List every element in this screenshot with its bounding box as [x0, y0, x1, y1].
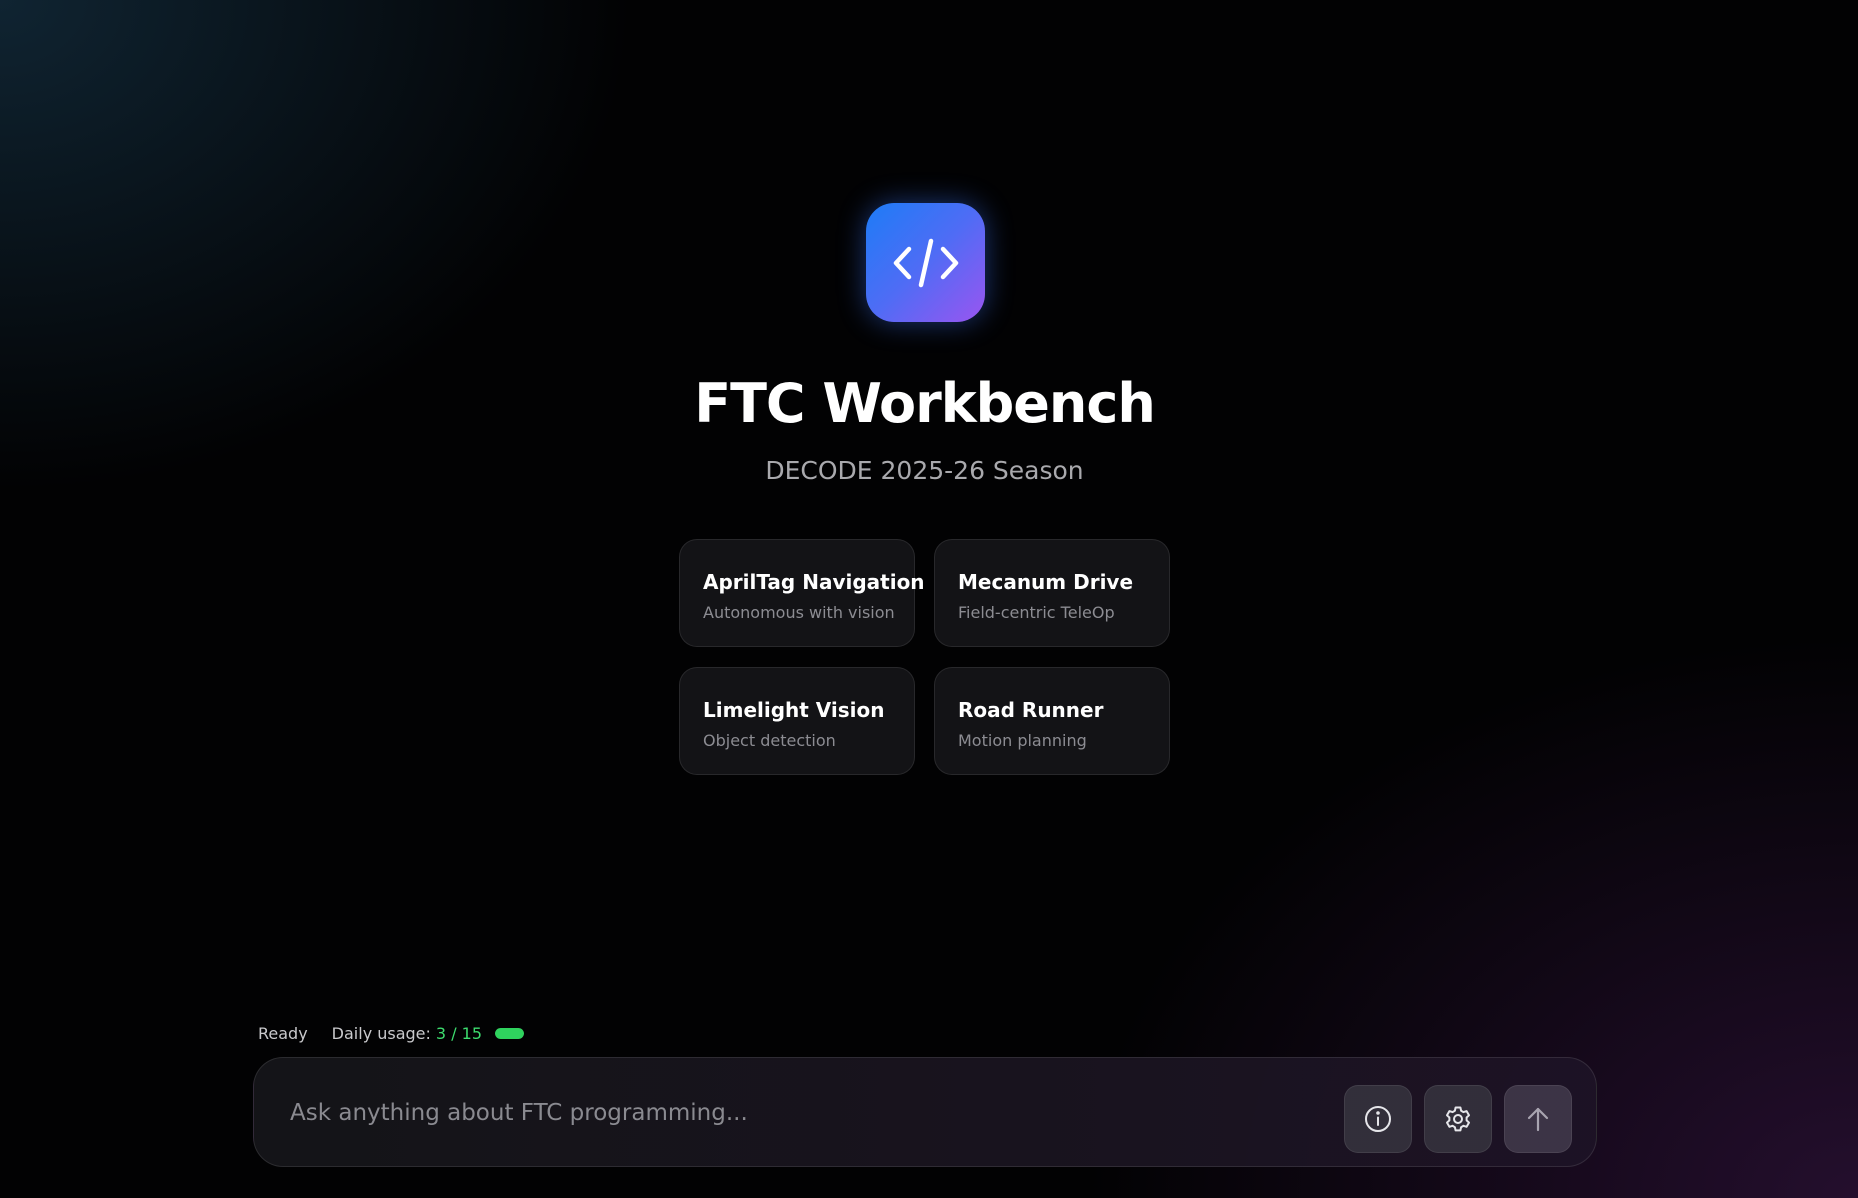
chat-composer — [253, 1057, 1597, 1167]
code-brackets-icon — [893, 238, 958, 287]
arrow-up-icon — [1527, 1107, 1549, 1132]
gear-icon — [1446, 1106, 1470, 1132]
status-row: Ready Daily usage: 3 / 15 — [258, 1022, 525, 1044]
suggestion-card-mecanum[interactable]: Mecanum Drive Field-centric TeleOp — [934, 539, 1170, 647]
usage-count: 3 / 15 — [435, 1023, 483, 1043]
suggestion-card-roadrunner[interactable]: Road Runner Motion planning — [934, 667, 1170, 775]
usage-meter — [495, 1027, 525, 1039]
suggestion-card-apriltag[interactable]: AprilTag Navigation Autonomous with visi… — [679, 539, 925, 647]
app-title: FTC Workbench — [694, 372, 1156, 435]
card-title: Mecanum Drive — [958, 570, 1134, 594]
card-subtitle: Field-centric TeleOp — [958, 603, 1115, 622]
season-subtitle: DECODE 2025-26 Season — [765, 456, 1084, 485]
card-subtitle: Autonomous with vision — [703, 603, 895, 622]
suggestion-card-limelight[interactable]: Limelight Vision Object detection — [679, 667, 915, 775]
card-subtitle: Object detection — [703, 731, 836, 750]
card-title: Limelight Vision — [703, 698, 885, 722]
card-title: Road Runner — [958, 698, 1104, 722]
send-button[interactable] — [1504, 1085, 1572, 1153]
usage-meter-fill — [495, 1027, 525, 1039]
usage-label: Daily usage: — [331, 1023, 431, 1043]
card-subtitle: Motion planning — [958, 731, 1087, 750]
status-text: Ready — [258, 1023, 308, 1043]
chat-input[interactable] — [288, 1086, 1252, 1140]
info-button[interactable] — [1344, 1085, 1412, 1153]
app-logo — [866, 203, 985, 322]
card-title: AprilTag Navigation — [703, 570, 925, 594]
info-icon — [1365, 1106, 1391, 1132]
settings-button[interactable] — [1424, 1085, 1492, 1153]
